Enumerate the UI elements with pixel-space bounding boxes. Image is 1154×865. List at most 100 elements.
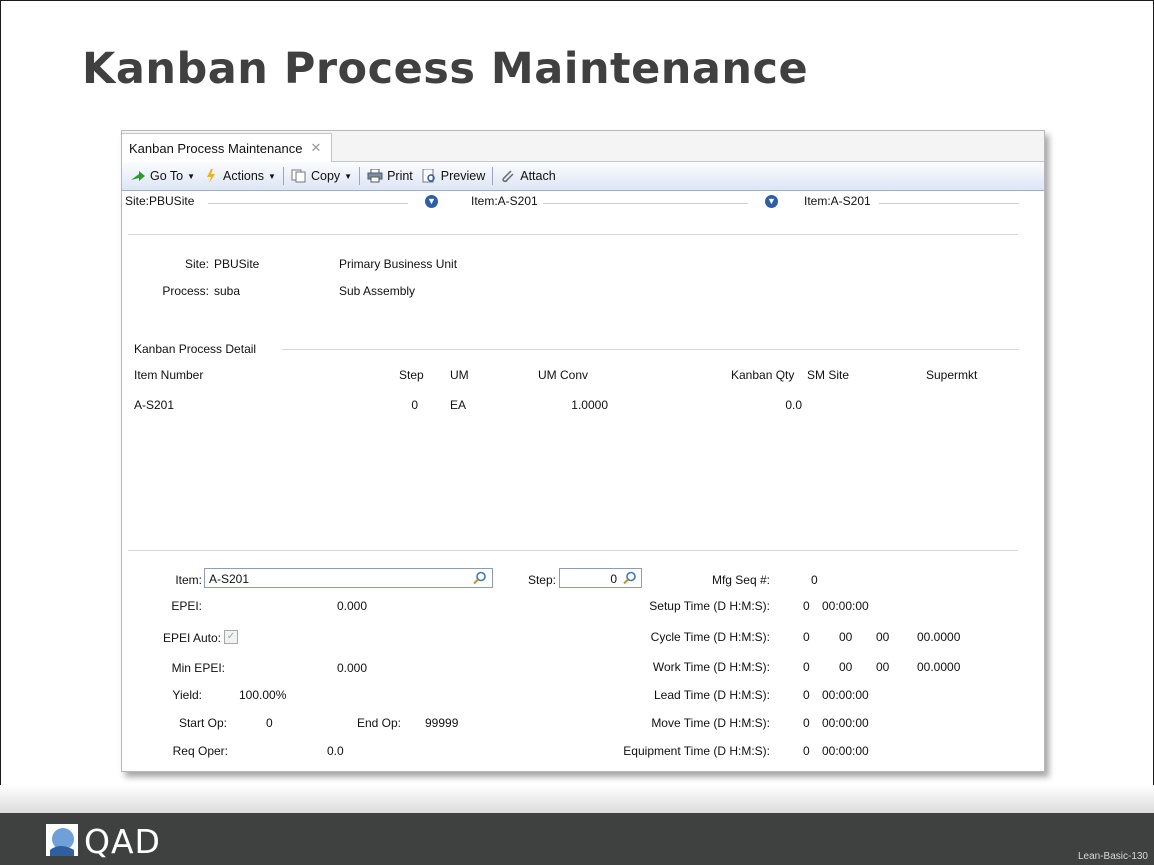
key-item[interactable]: Item:A-S201 — [471, 194, 538, 208]
equipment-time-label: Equipment Time (D H:M:S): — [623, 744, 770, 758]
move-time-days: 0 — [803, 716, 810, 730]
lead-time-days: 0 — [803, 688, 810, 702]
actions-label: Actions — [223, 169, 265, 183]
preview-button[interactable]: Preview — [417, 169, 489, 183]
req-oper-label: Req Oper: — [172, 744, 228, 758]
tab-bar: Kanban Process Maintenance ✕ — [122, 131, 1044, 162]
cell-item: A-S201 — [134, 398, 175, 412]
setup-time-days: 0 — [803, 599, 810, 613]
min-epei-value: 0.000 — [337, 661, 368, 675]
app-window: Kanban Process Maintenance ✕ Go To ▼ Acti… — [121, 130, 1045, 772]
footer-bar — [0, 813, 1154, 865]
work-time-days: 0 — [803, 660, 810, 674]
toolbar: Go To ▼ Actions ▼ Copy ▼ Print Preview Atta… — [122, 162, 1044, 191]
chevron-down-icon[interactable]: ▼ — [425, 195, 438, 208]
start-op-value: 0 — [266, 716, 273, 730]
section-divider — [282, 349, 1019, 350]
cell-um-conv: 1.0000 — [571, 398, 608, 412]
divider — [128, 550, 1018, 551]
end-op-label: End Op: — [356, 716, 401, 730]
cell-kanban-qty: 0.0 — [785, 398, 802, 412]
equipment-time-days: 0 — [803, 744, 810, 758]
qad-logo-text: QAD — [84, 822, 161, 861]
footer-fade — [0, 785, 1154, 813]
key-item-2[interactable]: Item:A-S201 — [804, 194, 871, 208]
goto-button[interactable]: Go To ▼ — [126, 169, 199, 183]
key-divider — [208, 203, 408, 204]
cycle-time-minutes: 00 — [876, 630, 890, 644]
tab-label: Kanban Process Maintenance — [129, 140, 303, 156]
cycle-time-hours: 00 — [839, 630, 853, 644]
key-bar: Site:PBUSite ▼ Item:A-S201 ▼ Item:A-S201 — [122, 190, 1044, 210]
search-icon[interactable] — [473, 571, 487, 585]
printer-icon — [367, 169, 383, 183]
print-button[interactable]: Print — [363, 169, 417, 183]
yield-label: Yield: — [172, 688, 202, 702]
goto-label: Go To — [150, 169, 184, 183]
work-time-label: Work Time (D H:M:S): — [652, 660, 770, 674]
setup-time-label: Setup Time (D H:M:S): — [649, 599, 770, 613]
step-field-value: 0 — [610, 572, 617, 586]
move-time-label: Move Time (D H:M:S): — [651, 716, 770, 730]
yield-value: 100.00% — [239, 688, 287, 702]
search-icon[interactable] — [623, 571, 637, 585]
preview-label: Preview — [440, 169, 486, 183]
column-header-um[interactable]: UM — [450, 368, 469, 382]
attach-button[interactable]: Attach — [496, 169, 559, 183]
chevron-down-icon: ▼ — [268, 171, 276, 181]
mfg-seq-value: 0 — [811, 573, 818, 587]
tab-kanban-process-maintenance[interactable]: Kanban Process Maintenance ✕ — [122, 133, 333, 162]
slide-title: Kanban Process Maintenance — [82, 44, 809, 94]
print-label: Print — [387, 169, 413, 183]
preview-icon — [422, 169, 435, 183]
copy-button[interactable]: Copy ▼ — [287, 169, 356, 183]
work-time-seconds: 00.0000 — [917, 660, 961, 674]
lead-time-label: Lead Time (D H:M:S): — [653, 688, 770, 702]
chevron-down-icon[interactable]: ▼ — [765, 195, 778, 208]
paperclip-icon — [502, 170, 514, 183]
cycle-time-days: 0 — [803, 630, 810, 644]
slide-id: Lean-Basic-130 — [1077, 851, 1148, 862]
process-label: Process: — [162, 284, 209, 298]
attach-label: Attach — [520, 169, 556, 183]
lead-time-hms: 00:00:00 — [822, 688, 869, 702]
column-header-um-conv[interactable]: UM Conv — [538, 368, 588, 382]
epei-value: 0.000 — [337, 599, 368, 613]
process-description: Sub Assembly — [339, 284, 416, 298]
toolbar-separator — [492, 167, 494, 185]
setup-time-hms: 00:00:00 — [822, 599, 869, 613]
req-oper-value: 0.0 — [327, 744, 344, 758]
chevron-down-icon: ▼ — [187, 171, 196, 181]
column-header-supermkt[interactable]: Supermkt — [926, 368, 977, 382]
actions-button[interactable]: Actions ▼ — [199, 169, 280, 183]
cell-step: 0 — [411, 398, 418, 412]
work-time-hours: 00 — [839, 660, 853, 674]
site-value: PBUSite — [214, 257, 260, 271]
column-header-kanban-qty[interactable]: Kanban Qty — [731, 368, 794, 382]
min-epei-label: Min EPEI: — [171, 661, 225, 675]
toolbar-separator — [282, 167, 284, 185]
cycle-time-label: Cycle Time (D H:M:S): — [650, 630, 770, 644]
column-header-sm-site[interactable]: SM Site — [807, 368, 849, 382]
start-op-label: Start Op: — [178, 716, 227, 730]
process-value: suba — [214, 284, 241, 298]
divider — [128, 234, 1018, 235]
column-header-item-number[interactable]: Item Number — [134, 368, 203, 382]
column-header-step[interactable]: Step — [399, 368, 424, 382]
item-field-value: A-S201 — [209, 572, 250, 586]
end-op-value: 99999 — [425, 716, 459, 730]
key-site[interactable]: Site:PBUSite — [125, 194, 194, 208]
epei-auto-checkbox[interactable]: ✓ — [224, 630, 238, 644]
kanban-process-detail-label: Kanban Process Detail — [134, 342, 257, 356]
toolbar-separator — [359, 167, 361, 185]
close-icon[interactable]: ✕ — [310, 140, 321, 156]
epei-auto-label: EPEI Auto: — [162, 631, 221, 645]
key-divider — [543, 203, 748, 204]
cell-um: EA — [450, 398, 467, 412]
goto-arrow-icon — [131, 171, 145, 181]
item-label: Item: — [175, 573, 202, 587]
key-divider — [879, 203, 1019, 204]
item-field[interactable]: A-S201 — [204, 568, 493, 588]
site-description: Primary Business Unit — [339, 257, 458, 271]
work-time-minutes: 00 — [876, 660, 890, 674]
